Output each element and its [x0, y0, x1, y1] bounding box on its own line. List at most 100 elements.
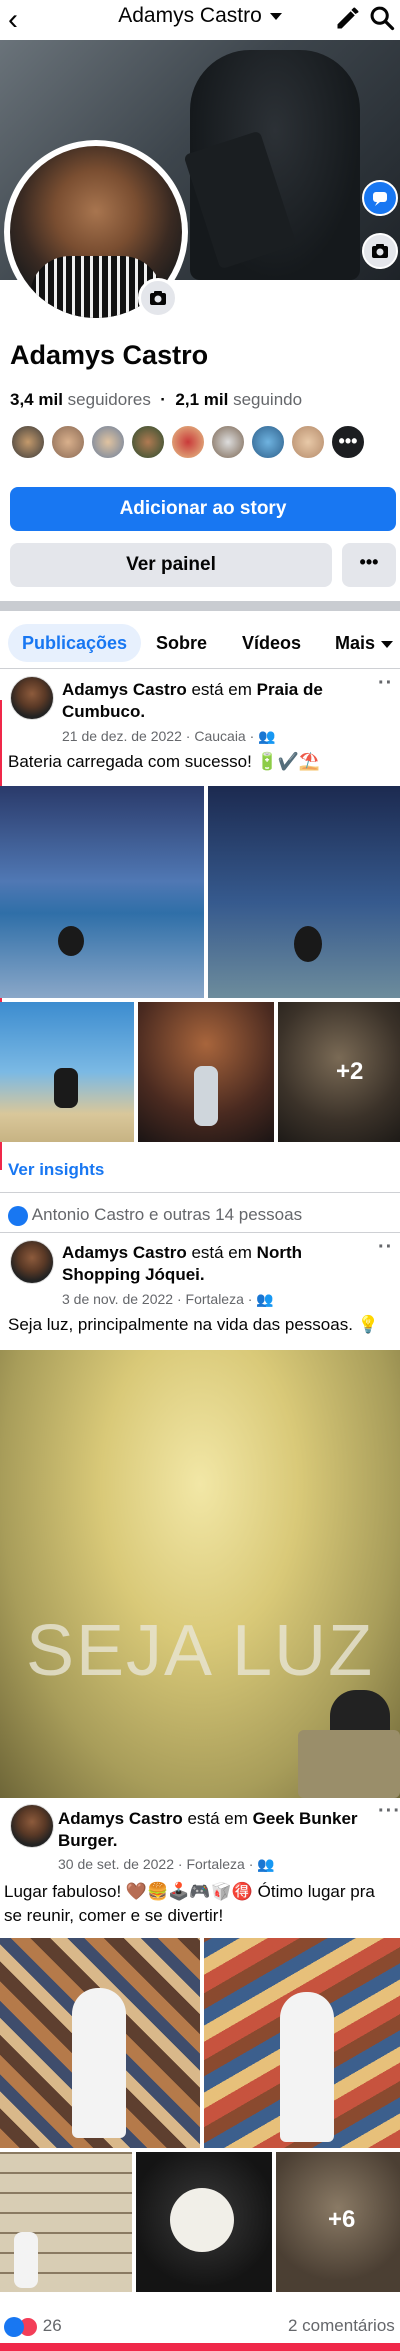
following-count[interactable]: 2,1 mil [175, 390, 228, 409]
post-author[interactable]: Adamys Castro [58, 1809, 183, 1828]
photo-person [54, 1068, 78, 1108]
post-text: Seja luz, principalmente na vida das pes… [8, 1315, 379, 1334]
chevron-down-icon [269, 12, 282, 20]
tab-more-label: Mais [335, 633, 376, 653]
friend-avatar[interactable] [290, 424, 326, 460]
view-panel-button[interactable]: Ver painel [10, 543, 332, 587]
profile-stats: 3,4 mil seguidores · 2,1 mil seguindo [10, 390, 302, 410]
followers-count[interactable]: 3,4 mil [10, 390, 63, 409]
more-photos-count: +6 [328, 2206, 356, 2233]
photo-person [194, 1066, 218, 1126]
photo-sign-text: SEJA LUZ [25, 1611, 375, 1691]
tab-about[interactable]: Sobre [156, 624, 207, 662]
post-photo[interactable] [138, 1002, 274, 1142]
following-label[interactable]: seguindo [233, 390, 302, 409]
post-place-period: . [112, 1831, 118, 1850]
post-photo[interactable] [208, 786, 400, 998]
post-author-avatar[interactable] [10, 1804, 54, 1848]
comments-count[interactable]: 2 comentários [288, 2316, 395, 2336]
camera-icon [372, 244, 388, 258]
friend-avatar[interactable] [210, 424, 246, 460]
photo-figure [170, 2188, 234, 2252]
friend-avatar[interactable] [250, 424, 286, 460]
post-author-avatar[interactable] [10, 1240, 54, 1284]
post-header: Adamys Castro está em Geek Bunker Burger… [58, 1808, 368, 1852]
stats-separator: · [160, 390, 166, 409]
photo-person [72, 1988, 126, 2138]
photo-person [58, 926, 84, 956]
post-photo[interactable] [204, 1938, 400, 2148]
post-photo[interactable] [0, 1002, 134, 1142]
post-date[interactable]: 21 de dez. de 2022 [62, 728, 182, 744]
friend-avatar[interactable] [170, 424, 206, 460]
post-author-avatar[interactable] [10, 676, 54, 720]
post-author[interactable]: Adamys Castro [62, 1243, 187, 1262]
post-verb: está em [191, 680, 252, 699]
avatar-camera-button[interactable] [138, 278, 178, 318]
friend-avatar[interactable] [90, 424, 126, 460]
post-reactions[interactable]: Antonio Castro e outras 14 pessoas [8, 1205, 302, 1226]
post-location: Fortaleza [185, 1291, 244, 1307]
post-photo[interactable] [0, 1938, 200, 2148]
bottom-edge [0, 2343, 400, 2351]
tabs-divider [0, 668, 400, 669]
post-photo[interactable]: SEJA LUZ [0, 1350, 400, 1798]
post-meta: 21 de dez. de 2022 · Caucaia · 👥 [62, 728, 276, 744]
post-photo[interactable] [136, 2152, 272, 2292]
post-divider [0, 1232, 400, 1233]
messenger-button[interactable] [362, 180, 398, 216]
post-header: Adamys Castro está em North Shopping Jóq… [62, 1242, 362, 1286]
post-text-line: Lugar fabuloso! 🤎🍔🕹️🎮🥡🉐 Ótimo lugar pra [4, 1882, 375, 1901]
friend-avatar[interactable] [130, 424, 166, 460]
cover-camera-button[interactable] [362, 233, 398, 269]
post-options-button[interactable]: ·· [378, 672, 393, 695]
post-divider [0, 1192, 400, 1193]
post-reactions[interactable]: 26 [4, 2316, 62, 2337]
view-insights-link[interactable]: Ver insights [8, 1160, 104, 1180]
photo-chair [298, 1730, 400, 1798]
top-bar: ‹ Adamys Castro [0, 0, 400, 40]
more-photos-count: +2 [336, 1058, 364, 1085]
friends-privacy-icon: 👥 [256, 1291, 274, 1307]
friend-avatar[interactable] [50, 424, 86, 460]
post-date[interactable]: 30 de set. de 2022 [58, 1856, 174, 1872]
post-photo-more[interactable]: +6 [276, 2152, 400, 2292]
post-author[interactable]: Adamys Castro [62, 680, 187, 699]
post-options-button[interactable]: ·· [378, 1236, 393, 1259]
post-text: Lugar fabuloso! 🤎🍔🕹️🎮🥡🉐 Ótimo lugar pra … [4, 1880, 400, 1928]
reactions-summary: Antonio Castro e outras 14 pessoas [31, 1205, 303, 1224]
post-text: Bateria carregada com sucesso! 🔋✔️⛱️ [8, 752, 321, 771]
friend-avatar[interactable] [10, 424, 46, 460]
post-location: Caucaia [194, 728, 246, 744]
add-story-button[interactable]: Adicionar ao story [10, 487, 396, 531]
post-header: Adamys Castro está em Praia de Cumbuco. [62, 679, 362, 723]
header-title-text: Adamys Castro [118, 4, 262, 27]
pencil-icon[interactable] [334, 4, 362, 32]
photo-person [280, 1992, 334, 2142]
post-place-period: . [199, 1265, 205, 1284]
post-verb: está em [187, 1809, 248, 1828]
post-place-period: . [140, 702, 146, 721]
like-icon [8, 1205, 28, 1226]
post-verb: está em [191, 1243, 252, 1262]
post-photo[interactable] [0, 786, 204, 998]
post-photo[interactable] [0, 2152, 132, 2292]
post-photo-more[interactable]: +2 [278, 1002, 400, 1142]
post-options-button[interactable]: ··· [378, 1800, 400, 1823]
reaction-count: 26 [42, 2316, 62, 2335]
photo-person [14, 2232, 38, 2288]
camera-icon [150, 291, 166, 305]
chat-icon [373, 192, 387, 206]
followers-label[interactable]: seguidores [68, 390, 151, 409]
more-actions-button[interactable]: ••• [342, 543, 396, 587]
post-date[interactable]: 3 de nov. de 2022 [62, 1291, 173, 1307]
tab-publications[interactable]: Publicações [8, 624, 142, 662]
friends-privacy-icon: 👥 [258, 728, 276, 744]
profile-tabs: Publicações Sobre Vídeos Mais [0, 612, 400, 668]
search-icon[interactable] [368, 4, 396, 32]
tab-videos[interactable]: Vídeos [242, 624, 301, 662]
post-text-line: se reunir, comer e se divertir! [4, 1906, 224, 1925]
tab-more[interactable]: Mais [335, 624, 394, 662]
post-meta: 3 de nov. de 2022 · Fortaleza · 👥 [62, 1291, 274, 1307]
more-friends-button[interactable]: ••• [330, 424, 366, 460]
